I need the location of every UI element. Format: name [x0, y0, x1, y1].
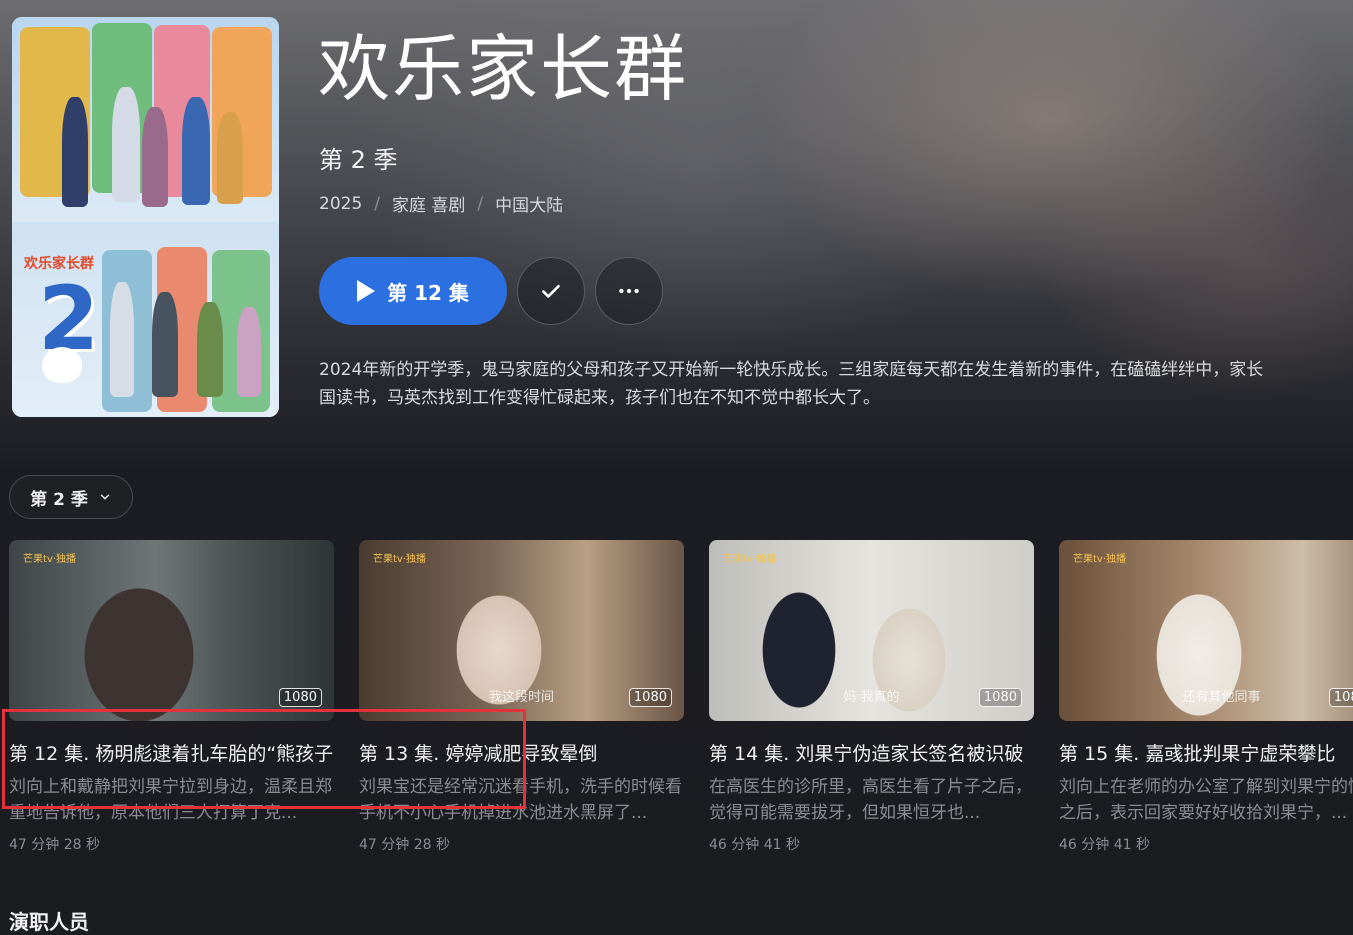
episode-duration: 47 分钟 28 秒 — [359, 837, 450, 853]
more-icon — [619, 288, 639, 294]
episode-card[interactable]: 芒果tv·独播 我这段时间 1080 第 13 集. 婷婷减肥导致晕倒 刘果宝还… — [359, 540, 684, 854]
show-meta: 2025 / 家庭 喜剧 / 中国大陆 — [319, 191, 563, 217]
season-label: 第 2 季 — [319, 146, 398, 174]
episode-title[interactable]: 第 14 集. 刘果宁伪造家长签名被识破 — [709, 739, 1034, 766]
episode-description: 刘向上和戴静把刘果宁拉到身边，温柔且郑重地告诉他，原本他们三人打算丁克... — [9, 777, 332, 823]
show-genres[interactable]: 家庭 喜剧 — [392, 191, 465, 216]
episode-card[interactable]: 芒果tv·独播 妈 我真的 1080 第 14 集. 刘果宁伪造家长签名被识破 … — [709, 540, 1034, 854]
poster-figure — [152, 292, 178, 397]
poster-top-half — [12, 17, 279, 222]
show-description: 2024年新的开学季，鬼马家庭的父母和孩子又开始新一轮快乐成长。三组家庭每天都在… — [319, 356, 1353, 412]
meta-separator: / — [374, 193, 380, 214]
quality-badge: 1080 — [628, 688, 672, 707]
watermark: 芒果tv·独播 — [23, 554, 77, 565]
more-options-button[interactable] — [595, 257, 663, 325]
quality-badge: 1080 — [278, 688, 322, 707]
play-icon — [357, 280, 376, 302]
check-icon — [542, 284, 560, 298]
show-region[interactable]: 中国大陆 — [495, 191, 563, 216]
video-subtitle: 还有其他同事 — [1182, 690, 1261, 705]
poster-figure — [110, 282, 134, 397]
description-line: 2024年新的开学季，鬼马家庭的父母和孩子又开始新一轮快乐成长。三组家庭每天都在… — [319, 360, 1264, 380]
show-poster: 欢乐家长群 2 — [12, 17, 279, 417]
watermark: 芒果tv·独播 — [1073, 554, 1127, 565]
poster-figure — [182, 97, 210, 205]
meta-separator: / — [477, 193, 484, 214]
show-title: 欢乐家长群 — [318, 27, 689, 111]
episode-thumbnail[interactable]: 芒果tv·独播 1080 — [9, 540, 334, 721]
episode-description: 在高医生的诊所里，高医生看了片子之后，觉得可能需要拔牙，但如果恒牙也... — [709, 777, 1032, 823]
poster-duck-illustration — [42, 347, 82, 383]
watermark: 芒果tv·独播 — [373, 554, 427, 565]
play-button-label: 第 12 集 — [387, 280, 469, 305]
quality-badge: 1080 — [978, 688, 1022, 707]
description-line: 国读书，马英杰找到工作变得忙碌起来，孩子们也在不知不觉中都长大了。 — [319, 388, 880, 408]
episode-thumbnail[interactable]: 芒果tv·独播 妈 我真的 1080 — [709, 540, 1034, 721]
episode-duration: 47 分钟 28 秒 — [9, 837, 100, 853]
episode-title[interactable]: 第 12 集. 杨明彪逮着扎车胎的“熊孩子” — [9, 739, 334, 766]
show-year: 2025 — [319, 193, 363, 214]
episode-card[interactable]: 芒果tv·独播 1080 第 12 集. 杨明彪逮着扎车胎的“熊孩子” 刘向上和… — [9, 540, 334, 854]
poster-figure — [237, 307, 261, 397]
poster-figure — [217, 112, 243, 204]
episode-description: 刘向上在老师的办公室了解到刘果宁的情况之后，表示回家要好好收拾刘果宁，... — [1059, 777, 1353, 823]
episode-thumbnail[interactable]: 芒果tv·独播 我这段时间 1080 — [359, 540, 684, 721]
mark-watched-button[interactable] — [517, 257, 585, 325]
season-selector-label: 第 2 季 — [30, 489, 88, 510]
episode-duration: 46 分钟 41 秒 — [709, 837, 800, 853]
episode-duration: 46 分钟 41 秒 — [1059, 837, 1150, 853]
play-episode-button[interactable]: 第 12 集 — [319, 257, 507, 325]
episode-description: 刘果宝还是经常沉迷看手机，洗手的时候看手机不小心手机掉进水池进水黑屏了... — [359, 777, 682, 823]
quality-badge: 1080 — [1328, 688, 1353, 707]
episode-thumbnail[interactable]: 芒果tv·独播 还有其他同事 1080 — [1059, 540, 1353, 721]
episode-title[interactable]: 第 13 集. 婷婷减肥导致晕倒 — [359, 739, 684, 766]
episode-title[interactable]: 第 15 集. 嘉彧批判果宁虚荣攀比 — [1059, 739, 1353, 766]
season-selector[interactable]: 第 2 季 — [9, 475, 133, 519]
episode-card[interactable]: 芒果tv·独播 还有其他同事 1080 第 15 集. 嘉彧批判果宁虚荣攀比 刘… — [1059, 540, 1353, 854]
poster-figure — [62, 97, 88, 207]
poster-figure — [142, 107, 168, 207]
poster-figure — [112, 87, 140, 202]
poster-figure — [197, 302, 223, 397]
watermark: 芒果tv·独播 — [723, 554, 777, 565]
chevron-down-icon — [100, 494, 110, 500]
